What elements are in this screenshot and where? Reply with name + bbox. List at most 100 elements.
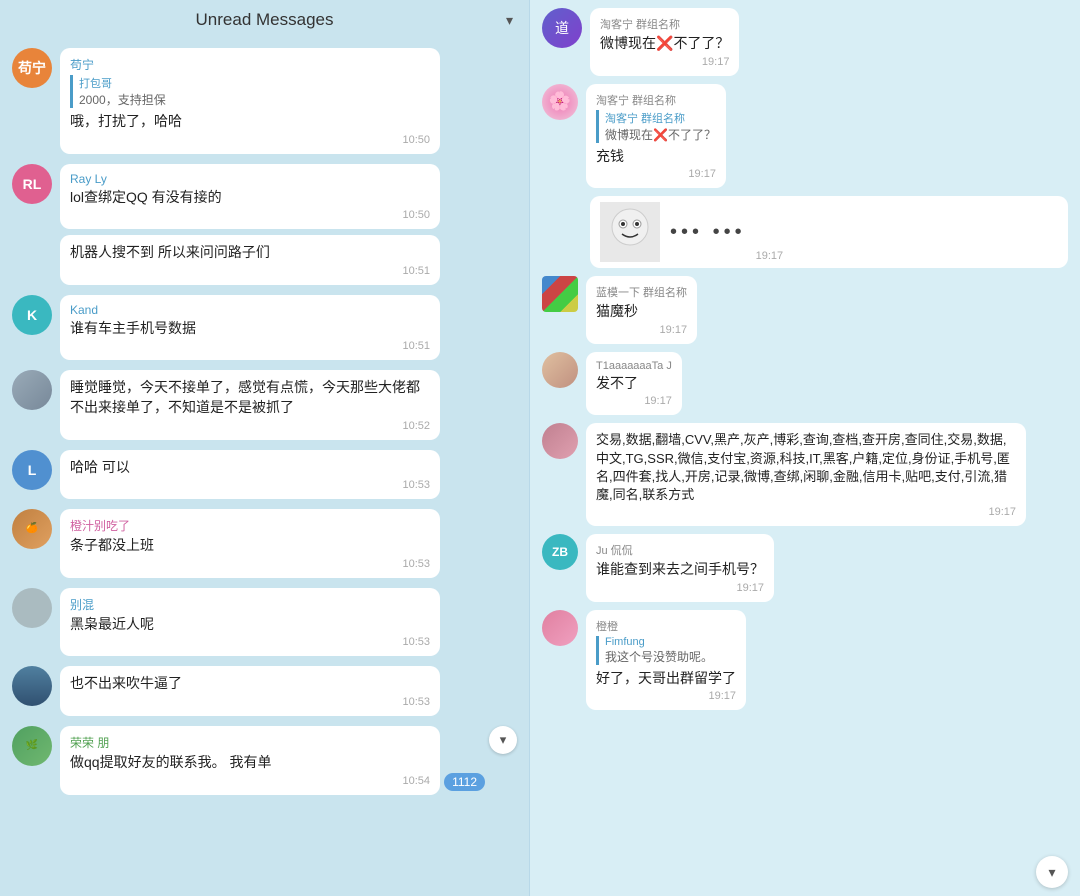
list-item: 别混 黑枭最近人呢 10:53 <box>12 588 517 657</box>
message-bubble: 别混 黑枭最近人呢 10:53 <box>60 588 440 657</box>
message-bubble: T1aaaaaaaTa J 发不了 19:17 <box>586 352 682 416</box>
avatar <box>12 666 52 706</box>
message-bubble-wrap: 荣荣 朋 做qq提取好友的联系我。 我有单 10:54 1112 <box>60 726 477 795</box>
message-text: 机器人搜不到 所以来问问路子们 <box>70 243 430 263</box>
list-item: RL Ray Ly lol查绑定QQ 有没有接的 10:50 机器人搜不到 所以… <box>12 164 517 285</box>
quoted-text: 我这个号没赞助呢。 <box>605 648 736 665</box>
message-time: 10:52 <box>70 420 430 432</box>
message-bubble: 荣荣 朋 做qq提取好友的联系我。 我有单 10:54 <box>60 726 440 795</box>
list-item: 道 淘客宁 群组名称 微博现在❌不了了？ 19:17 <box>542 8 1068 76</box>
avatar: ZB <box>542 534 578 570</box>
avatar <box>542 276 578 312</box>
messages-list[interactable]: 苟宁 苟宁 打包哥 2000，支持担保 哦，打扰了，哈哈 10:50 RL Ra… <box>0 40 529 896</box>
message-text: 也不出来吹牛逼了 <box>70 674 430 694</box>
message-bubble: 苟宁 打包哥 2000，支持担保 哦，打扰了，哈哈 10:50 <box>60 48 440 154</box>
message-bubble: Ray Ly lol查绑定QQ 有没有接的 10:50 <box>60 164 440 230</box>
message-time: 19:17 <box>596 395 672 407</box>
sender-name: Ray Ly <box>70 172 430 186</box>
message-time: 19:17 <box>600 56 729 68</box>
meme-image <box>600 202 660 262</box>
quoted-name: Fimfung <box>605 636 736 648</box>
quoted-name: 打包哥 <box>79 75 430 91</box>
list-item: 蓝模一下 群组名称 猫魔秒 19:17 <box>542 276 1068 344</box>
message-bubble: 睡觉睡觉，今天不接单了，感觉有点慌，今天那些大佬都不出来接单了，不知道是不是被抓… <box>60 370 440 439</box>
quoted-text: 2000，支持担保 <box>79 91 430 108</box>
scroll-down-button[interactable]: ▾ <box>489 726 517 754</box>
list-item: ZB Ju 侃侃 谁能查到来去之间手机号？ 19:17 <box>542 534 1068 602</box>
message-time: 10:50 <box>70 209 430 221</box>
message-time: 10:53 <box>70 558 430 570</box>
avatar: 🌿 <box>12 726 52 766</box>
message-time: 10:53 <box>70 479 430 491</box>
message-text: 谁能查到来去之间手机号？ <box>596 560 764 580</box>
chevron-down-icon[interactable]: ▾ <box>506 12 513 29</box>
avatar <box>12 588 52 628</box>
avatar <box>542 423 578 459</box>
quoted-block: 淘客宁 群组名称 微博现在❌不了了？ <box>596 110 716 143</box>
scroll-down-button[interactable]: ▾ <box>1036 856 1068 888</box>
message-time: 10:50 <box>70 134 430 146</box>
sender-name: 淘客宁 群组名称 <box>596 92 716 108</box>
scroll-down-container: ▾ <box>485 726 517 758</box>
message-time: 19:17 <box>756 250 784 262</box>
avatar: 🌸 <box>542 84 578 120</box>
list-item: 交易,数据,翻墙,CVV,黑产,灰产,博彩,查询,查档,查开房,查同住,交易,数… <box>542 423 1068 526</box>
quoted-name: 淘客宁 群组名称 <box>605 110 716 126</box>
sender-name: 蓝模一下 群组名称 <box>596 284 687 300</box>
list-item: ••• ••• 19:17 <box>590 196 1068 268</box>
list-item: 睡觉睡觉，今天不接单了，感觉有点慌，今天那些大佬都不出来接单了，不知道是不是被抓… <box>12 370 517 439</box>
sender-name: T1aaaaaaaTa J <box>596 360 672 372</box>
left-panel: Unread Messages ▾ 苟宁 苟宁 打包哥 2000，支持担保 哦，… <box>0 0 530 896</box>
quoted-text: 微博现在❌不了了？ <box>605 126 716 143</box>
sender-name: 淘客宁 群组名称 <box>600 16 729 32</box>
list-item: 🍊 橙汁别吃了 条子都没上班 10:53 <box>12 509 517 578</box>
avatar: L <box>12 450 52 490</box>
message-bubble: 哈哈 可以 10:53 <box>60 450 440 500</box>
message-bubble: Ju 侃侃 谁能查到来去之间手机号？ 19:17 <box>586 534 774 602</box>
message-text: 做qq提取好友的联系我。 我有单 <box>70 753 430 773</box>
list-item: 🌿 荣荣 朋 做qq提取好友的联系我。 我有单 10:54 1112 ▾ <box>12 726 517 795</box>
message-time: 19:17 <box>596 168 716 180</box>
message-time: 10:51 <box>70 265 430 277</box>
quoted-block: 打包哥 2000，支持担保 <box>70 75 430 108</box>
sender-name: Ju 侃侃 <box>596 542 764 558</box>
list-item: 苟宁 苟宁 打包哥 2000，支持担保 哦，打扰了，哈哈 10:50 <box>12 48 517 154</box>
message-time: 10:53 <box>70 636 430 648</box>
list-item: 🌸 淘客宁 群组名称 淘客宁 群组名称 微博现在❌不了了？ 充钱 19:17 <box>542 84 1068 189</box>
message-bubble: 橙汁别吃了 条子都没上班 10:53 <box>60 509 440 578</box>
list-item: K Kand 谁有车主手机号数据 10:51 <box>12 295 517 361</box>
message-text: 哦，打扰了，哈哈 <box>70 112 430 132</box>
message-time: 10:53 <box>70 696 430 708</box>
message-time: 19:17 <box>596 582 764 594</box>
message-bubble: 淘客宁 群组名称 微博现在❌不了了？ 19:17 <box>590 8 739 76</box>
avatar: 🍊 <box>12 509 52 549</box>
sender-name: 别混 <box>70 596 430 613</box>
list-item: T1aaaaaaaTa J 发不了 19:17 <box>542 352 1068 416</box>
message-text: 交易,数据,翻墙,CVV,黑产,灰产,博彩,查询,查档,查开房,查同住,交易,数… <box>596 431 1016 504</box>
message-text: 微博现在❌不了了？ <box>600 34 729 54</box>
list-item: 也不出来吹牛逼了 10:53 <box>12 666 517 716</box>
message-bubble: Kand 谁有车主手机号数据 10:51 <box>60 295 440 361</box>
avatar: RL <box>12 164 52 204</box>
message-text: lol查绑定QQ 有没有接的 <box>70 188 430 208</box>
message-time: 10:51 <box>70 340 430 352</box>
message-text: 猫魔秒 <box>596 302 687 322</box>
message-bubble: 也不出来吹牛逼了 10:53 <box>60 666 440 716</box>
message-bubble: 淘客宁 群组名称 淘客宁 群组名称 微博现在❌不了了？ 充钱 19:17 <box>586 84 726 189</box>
sender-name: 苟宁 <box>70 56 430 73</box>
message-bubble: 橙橙 Fimfung 我这个号没赞助呢。 好了，天哥出群留学了 19:17 <box>586 610 746 711</box>
message-text: 谁有车主手机号数据 <box>70 319 430 339</box>
list-item: L 哈哈 可以 10:53 <box>12 450 517 500</box>
right-panel[interactable]: 道 淘客宁 群组名称 微博现在❌不了了？ 19:17 🌸 淘客宁 群组名称 淘客… <box>530 0 1080 896</box>
quoted-block: Fimfung 我这个号没赞助呢。 <box>596 636 736 665</box>
avatar: 道 <box>542 8 582 48</box>
list-item: 橙橙 Fimfung 我这个号没赞助呢。 好了，天哥出群留学了 19:17 <box>542 610 1068 711</box>
sender-name: 橙橙 <box>596 618 736 634</box>
unread-badge: 1112 <box>444 773 485 791</box>
avatar: 苟宁 <box>12 48 52 88</box>
message-text: 哈哈 可以 <box>70 458 430 478</box>
avatar <box>542 610 578 646</box>
avatar: K <box>12 295 52 335</box>
message-bubble: 交易,数据,翻墙,CVV,黑产,灰产,博彩,查询,查档,查开房,查同住,交易,数… <box>586 423 1026 526</box>
message-text: 发不了 <box>596 374 672 394</box>
